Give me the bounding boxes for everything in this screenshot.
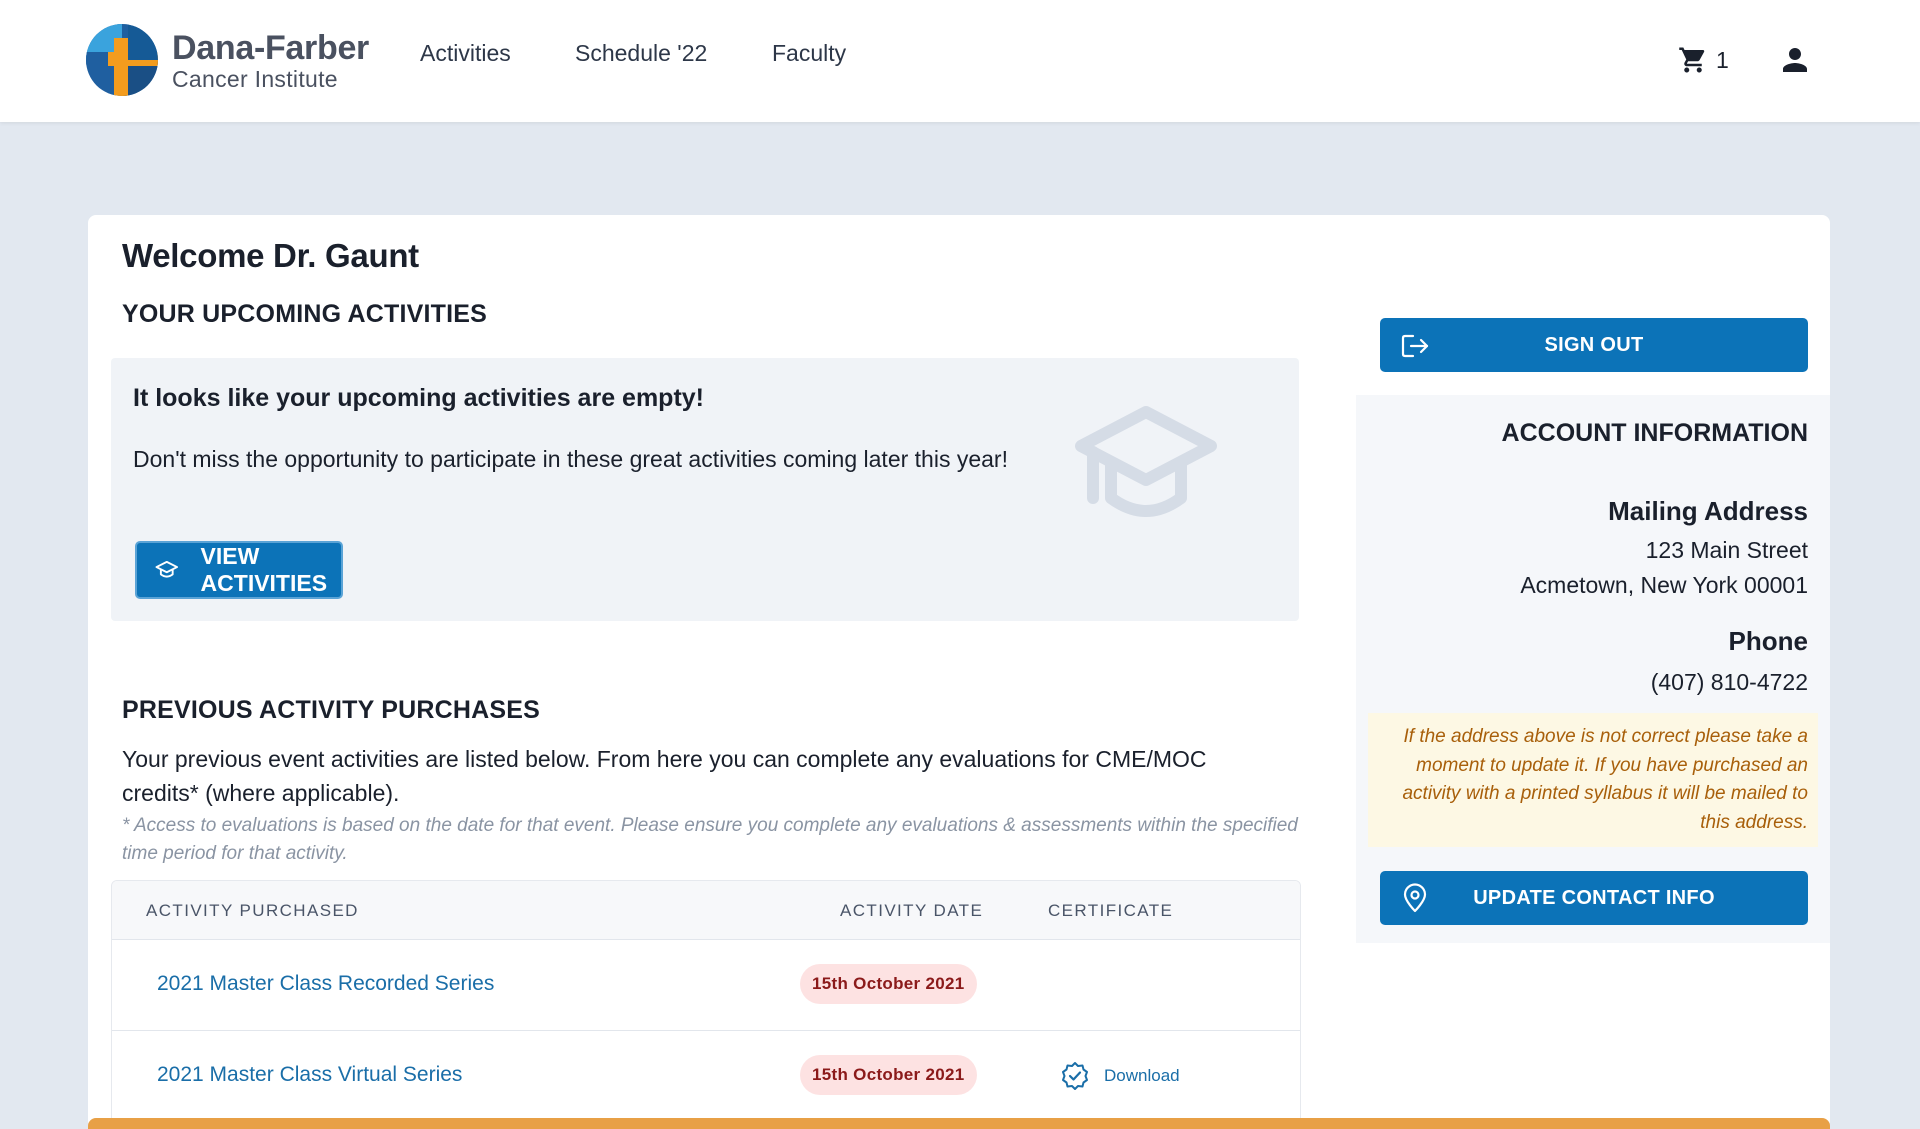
activity-date-badge: 15th October 2021	[800, 964, 977, 1004]
column-header-activity: ACTIVITY PURCHASED	[146, 901, 359, 920]
brand-name[interactable]: Dana-Farber Cancer Institute	[172, 30, 369, 92]
download-certificate-button[interactable]: Download	[1060, 1061, 1180, 1091]
address-line-2: Acmetown, New York 00001	[1520, 572, 1808, 598]
mailing-address-label: Mailing Address	[1608, 496, 1808, 526]
table-row: 2021 Master Class Recorded Series 15th O…	[112, 940, 1300, 1031]
dashboard-card: Welcome Dr. Gaunt YOUR UPCOMING ACTIVITI…	[88, 215, 1830, 1129]
user-icon[interactable]	[1780, 44, 1810, 76]
activity-link[interactable]: 2021 Master Class Virtual Series	[157, 1063, 462, 1087]
empty-activities-panel: It looks like your upcoming activities a…	[111, 358, 1299, 621]
page-title: Welcome Dr. Gaunt	[122, 237, 419, 274]
shopping-cart-icon	[1679, 47, 1705, 73]
phone-label: Phone	[1728, 626, 1808, 656]
activity-date-badge: 15th October 2021	[800, 1055, 977, 1095]
view-activities-button[interactable]: VIEW ACTIVITIES	[135, 541, 343, 599]
phone-number: (407) 810-4722	[1650, 669, 1808, 695]
update-contact-info-button[interactable]: UPDATE CONTACT INFO	[1380, 871, 1808, 925]
sign-out-label: SIGN OUT	[1544, 334, 1644, 356]
table-header: ACTIVITY PURCHASED ACTIVITY DATE CERTIFI…	[112, 881, 1300, 940]
update-contact-info-label: UPDATE CONTACT INFO	[1473, 887, 1715, 909]
account-information-panel: ACCOUNT INFORMATION Mailing Address 123 …	[1356, 395, 1830, 943]
purchases-table: ACTIVITY PURCHASED ACTIVITY DATE CERTIFI…	[111, 880, 1301, 1129]
nav-schedule[interactable]: Schedule '22	[575, 40, 707, 67]
previous-purchases-description: Your previous event activities are liste…	[122, 746, 1207, 806]
account-information-heading: ACCOUNT INFORMATION	[1501, 419, 1808, 447]
address-line-1: 123 Main Street	[1645, 537, 1808, 563]
view-activities-label: VIEW ACTIVITIES	[200, 543, 328, 596]
table-row: 2021 Master Class Virtual Series 15th Oc…	[112, 1031, 1300, 1122]
empty-activities-text: Don't miss the opportunity to participat…	[133, 446, 1008, 472]
column-header-certificate: CERTIFICATE	[1048, 901, 1174, 920]
nav-faculty[interactable]: Faculty	[772, 40, 846, 67]
footer-accent-bar	[88, 1118, 1830, 1129]
evaluation-note: * Access to evaluations is based on the …	[122, 815, 1298, 864]
cart-button[interactable]: 1	[1678, 42, 1729, 78]
empty-activities-title: It looks like your upcoming activities a…	[133, 384, 704, 412]
verified-badge-icon	[1062, 1062, 1088, 1090]
activity-link[interactable]: 2021 Master Class Recorded Series	[157, 972, 494, 996]
brand-title: Dana-Farber	[172, 29, 369, 67]
sign-out-button[interactable]: SIGN OUT	[1380, 318, 1808, 372]
address-warning: If the address above is not correct plea…	[1368, 713, 1818, 847]
brand-subtitle: Cancer Institute	[172, 66, 338, 92]
download-label: Download	[1104, 1066, 1180, 1085]
cart-count: 1	[1716, 46, 1729, 73]
graduation-cap-icon	[155, 560, 179, 578]
graduation-cap-icon	[1075, 406, 1217, 517]
nav-activities[interactable]: Activities	[420, 40, 511, 67]
column-header-date: ACTIVITY DATE	[840, 901, 984, 920]
previous-purchases-heading: PREVIOUS ACTIVITY PURCHASES	[122, 696, 540, 724]
dana-farber-logo[interactable]	[86, 24, 158, 96]
top-navbar: Dana-Farber Cancer Institute Activities …	[0, 0, 1920, 122]
upcoming-activities-heading: YOUR UPCOMING ACTIVITIES	[122, 300, 488, 328]
